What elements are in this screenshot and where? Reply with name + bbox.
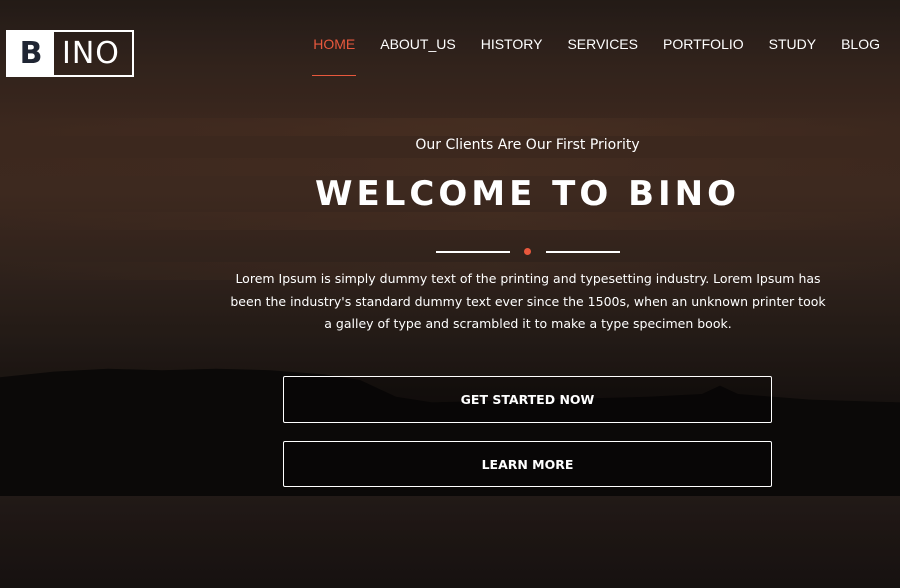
nav-item-blog[interactable]: BLOG [841,36,880,76]
nav-item-services[interactable]: SERVICES [567,36,638,76]
divider-line-left [436,251,510,253]
nav-item-history[interactable]: HISTORY [481,36,543,76]
get-started-button[interactable]: GET STARTED NOW [283,376,772,423]
hero-subtitle: Our Clients Are Our First Priority [415,137,640,153]
hero-description: Lorem Ipsum is simply dummy text of the … [230,271,826,331]
divider-dot [524,248,531,255]
divider-line-right [546,251,620,253]
logo[interactable]: B INO [6,30,134,77]
nav-item-home[interactable]: HOME [312,36,357,76]
learn-more-button[interactable]: LEARN MORE [283,441,772,487]
nav-item-about-us[interactable]: ABOUT_US [380,36,455,76]
nav-item-study[interactable]: STUDY [769,36,816,76]
nav-item-portfolio[interactable]: PORTFOLIO [663,36,744,76]
main-nav: HOME ABOUT_US HISTORY SERVICES PORTFOLIO… [312,36,880,76]
hero-title: WELCOME TO BINO [314,174,740,214]
title-divider [436,246,620,258]
logo-letter: B [8,32,54,75]
logo-text: INO [62,36,120,71]
